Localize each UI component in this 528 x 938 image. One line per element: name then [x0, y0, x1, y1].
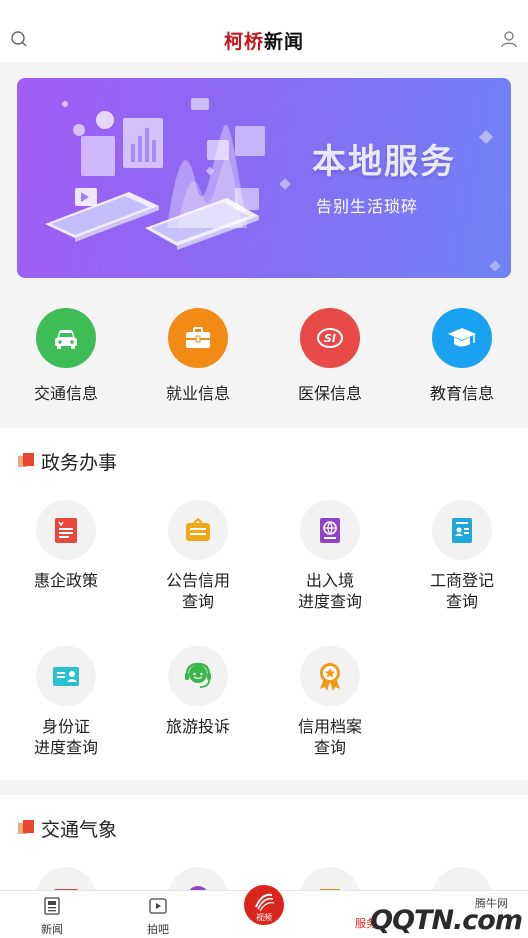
gov-item-label: 公告信用 查询 — [132, 570, 264, 612]
label-line-2: 进度查询 — [33, 738, 98, 757]
gov-item-business-registration[interactable]: 工商登记 查询 — [396, 500, 528, 612]
award-badge-icon — [300, 646, 360, 706]
nav-label: 新闻 — [41, 923, 63, 936]
service-employment[interactable]: 就业信息 — [132, 308, 264, 404]
nav-paiba[interactable]: 拍吧 — [128, 897, 188, 937]
label-line-1: 工商登记 — [429, 571, 494, 590]
service-traffic[interactable]: 交通信息 — [0, 308, 132, 404]
car-icon — [36, 308, 96, 368]
nav-news[interactable]: 新闻 — [22, 897, 82, 937]
label-line-1: 出入境 — [305, 571, 354, 590]
gov-item-label: 身份证 进度查询 — [0, 716, 132, 758]
local-services-banner[interactable]: 本地服务 告别生活琐碎 — [17, 78, 511, 278]
gov-item-label: 信用档案 查询 — [264, 716, 396, 758]
label-line-2: 查询 — [181, 592, 214, 611]
label-line-2: 查询 — [445, 592, 478, 611]
banner-subtitle: 告别生活琐碎 — [316, 197, 419, 216]
nav-center-button[interactable]: 视频 — [242, 883, 286, 927]
gov-item-label: 惠企政策 — [33, 571, 98, 590]
gov-item-label: 工商登记 查询 — [396, 570, 528, 612]
app-title: 柯桥新闻 — [0, 27, 528, 54]
label-line-1: 身份证 — [41, 717, 90, 736]
banner-title: 本地服务 — [312, 142, 456, 182]
section-title: 政务办事 — [41, 452, 118, 474]
video-icon — [149, 898, 167, 914]
service-education[interactable]: 教育信息 — [396, 308, 528, 404]
gov-item-exit-entry[interactable]: 出入境 进度查询 — [264, 500, 396, 612]
app-title-part1: 柯桥 — [223, 31, 264, 53]
service-label: 医保信息 — [297, 384, 362, 403]
user-icon[interactable] — [500, 30, 518, 48]
gov-item-label: 出入境 进度查询 — [264, 570, 396, 612]
policy-document-icon — [36, 500, 96, 560]
label-line-1: 信用档案 — [297, 717, 362, 736]
si-insurance-icon: SI — [300, 308, 360, 368]
section-title: 交通气象 — [41, 819, 118, 841]
section-marker-icon — [18, 453, 36, 467]
service-label: 就业信息 — [165, 384, 230, 403]
svg-text:SI: SI — [324, 332, 336, 345]
gov-affairs-section: 政务办事 惠企政策 公告信用 查询 出入境 进度查询 工商登记 查询 身份证 进… — [0, 428, 528, 780]
license-icon — [432, 500, 492, 560]
gov-item-label: 旅游投诉 — [165, 717, 230, 736]
quick-services: 交通信息 就业信息 SI 医保信息 教育信息 — [0, 288, 528, 428]
graduation-cap-icon — [432, 308, 492, 368]
nav-center-label: 视频 — [256, 913, 272, 922]
nav-label: 拍吧 — [147, 923, 169, 936]
watermark: 腾牛网 QQTN.com — [370, 895, 523, 937]
news-icon — [44, 897, 60, 915]
app-header: 柯桥新闻 — [0, 0, 528, 62]
gov-item-tourism-complaint[interactable]: 旅游投诉 — [132, 646, 264, 737]
bottom-navigation: 新闻 拍吧 视频 服务 腾牛网 QQTN.com — [0, 883, 528, 938]
passport-icon — [300, 500, 360, 560]
watermark-logo: QQTN.com — [370, 905, 523, 936]
label-line-1: 公告信用 — [165, 571, 230, 590]
service-medical-insurance[interactable]: SI 医保信息 — [264, 308, 396, 404]
label-line-2: 进度查询 — [297, 592, 362, 611]
gov-item-enterprise-policy[interactable]: 惠企政策 — [0, 500, 132, 591]
headset-icon — [168, 646, 228, 706]
gov-item-notice-credit[interactable]: 公告信用 查询 — [132, 500, 264, 612]
service-label: 交通信息 — [33, 384, 98, 403]
id-card-icon — [36, 646, 96, 706]
section-marker-icon — [18, 820, 36, 834]
gov-item-id-card[interactable]: 身份证 进度查询 — [0, 646, 132, 758]
traffic-weather-section: 交通气象 — [0, 795, 528, 927]
app-title-part2: 新闻 — [264, 31, 305, 53]
briefcase-icon — [168, 308, 228, 368]
label-line-2: 查询 — [313, 738, 346, 757]
service-label: 教育信息 — [429, 384, 494, 403]
notice-board-icon — [168, 500, 228, 560]
gov-item-credit-archive[interactable]: 信用档案 查询 — [264, 646, 396, 758]
